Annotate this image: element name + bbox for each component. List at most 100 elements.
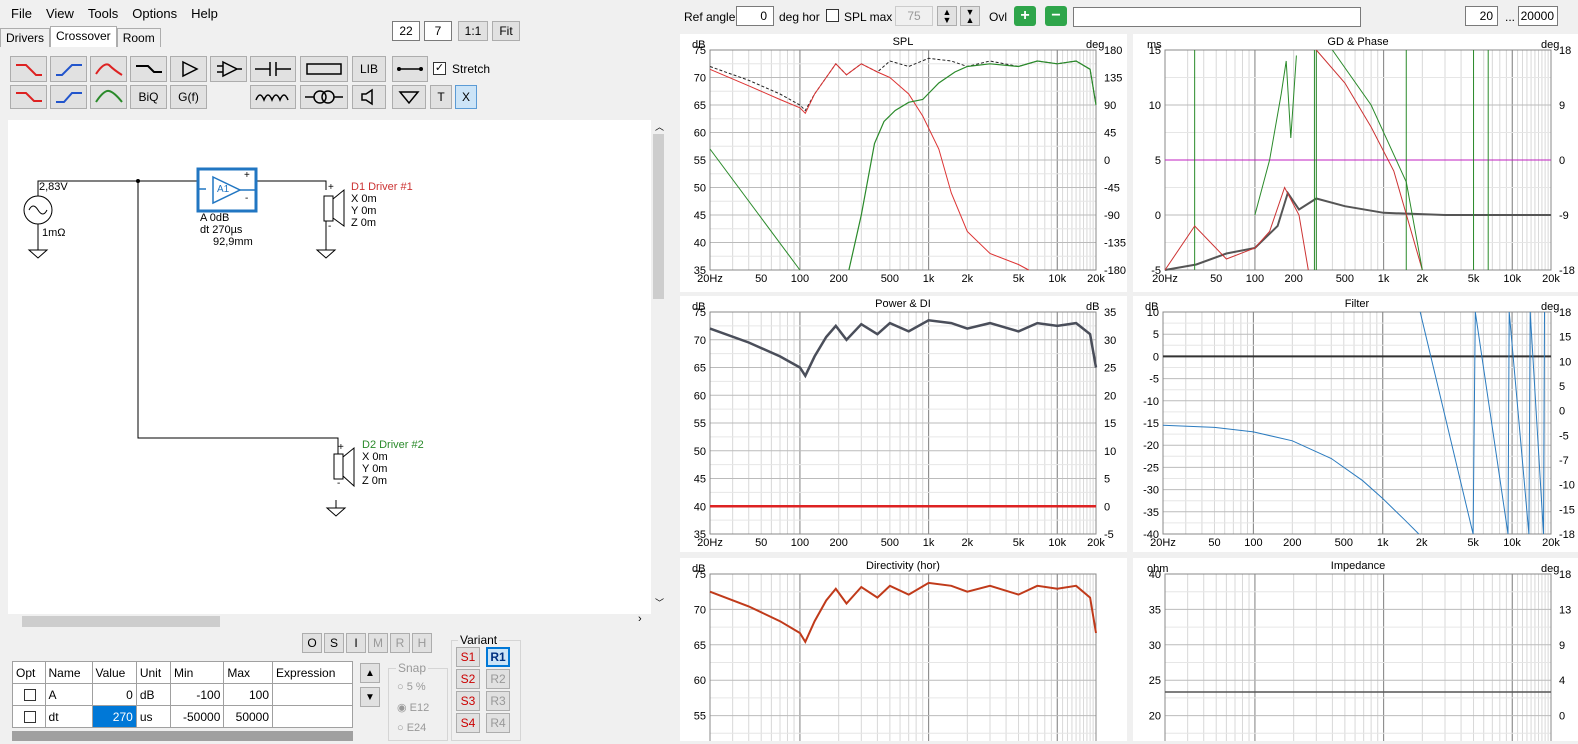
y-tick-label: 10 xyxy=(1149,100,1161,112)
t-button[interactable]: T xyxy=(430,85,452,109)
x-tick-label: 100 xyxy=(791,537,809,549)
spl-graph[interactable]: 75 70 65 60 55 50 45 40 35 180 135 90 45 0 -45 -90 -135-… xyxy=(680,34,1127,292)
variant-r1-button[interactable]: R1 xyxy=(486,647,510,667)
opt-checkbox[interactable] xyxy=(12,705,46,728)
variant-s3-button[interactable]: S3 xyxy=(456,691,480,711)
move-up-button[interactable]: ▲ xyxy=(360,663,380,683)
x-tick-label: 20Hz xyxy=(697,273,723,285)
x-tick-label: 1k xyxy=(923,537,935,549)
menu-tools[interactable]: Tools xyxy=(81,6,125,21)
move-down-button[interactable]: ▼ xyxy=(360,687,380,707)
zoom-input-b[interactable]: 7 xyxy=(424,21,452,41)
graph-title: SPL xyxy=(893,36,914,48)
amp-distance-label: 92,9mm xyxy=(213,236,253,248)
x-button[interactable]: X xyxy=(455,85,477,109)
spl-max-label: SPL max xyxy=(844,10,893,24)
d2-z-label: Z 0m xyxy=(362,475,388,487)
param-value[interactable]: 270 xyxy=(91,705,137,728)
inductor-icon[interactable] xyxy=(250,85,296,109)
param-max[interactable]: 100 xyxy=(223,683,274,706)
r-button[interactable]: R xyxy=(390,633,410,653)
highpass-blue-2-icon[interactable] xyxy=(50,85,87,109)
variant-s4-button[interactable]: S4 xyxy=(456,713,480,733)
spl-spinner-icon[interactable]: ▲ ▼ xyxy=(937,6,957,26)
shelf-icon[interactable] xyxy=(130,56,167,82)
snap-e12-radio[interactable]: ◉ E12 xyxy=(397,701,429,714)
ground-icon[interactable] xyxy=(392,85,426,109)
param-expression[interactable] xyxy=(272,705,353,728)
snap-5-radio[interactable]: ○ 5 % xyxy=(397,681,426,693)
transformer-icon[interactable] xyxy=(300,85,348,109)
zoom-1-1-button[interactable]: 1:1 xyxy=(458,21,488,41)
spl-max-input[interactable]: 75 xyxy=(895,6,933,26)
variant-s1-button[interactable]: S1 xyxy=(456,647,480,667)
gf-button[interactable]: G(f) xyxy=(170,85,207,109)
variant-r2-button[interactable]: R2 xyxy=(486,669,510,689)
freq-max-input[interactable]: 20000 xyxy=(1518,6,1558,26)
menu-view[interactable]: View xyxy=(39,6,81,21)
lib-button[interactable]: LIB xyxy=(352,56,386,82)
menu-options[interactable]: Options xyxy=(125,6,184,21)
overlay-add-icon[interactable]: + xyxy=(1014,6,1036,26)
menu-help[interactable]: Help xyxy=(184,6,225,21)
ref-angle-input[interactable]: 0 xyxy=(736,6,774,26)
schematic-canvas[interactable]: 2,83V 1mΩ A1 + - A 0dB dt 270µs 92,9mm +… xyxy=(8,120,651,614)
tab-room[interactable]: Room xyxy=(116,28,161,47)
freq-min-input[interactable]: 20 xyxy=(1465,6,1498,26)
tab-drivers[interactable]: Drivers xyxy=(0,28,50,47)
d1-minus-label: - xyxy=(328,221,332,232)
spl-collapse-icon[interactable]: ▼ ▲ xyxy=(960,6,980,26)
variant-r4-button[interactable]: R4 xyxy=(486,713,510,733)
variant-s2-button[interactable]: S2 xyxy=(456,669,480,689)
fit-button[interactable]: Fit xyxy=(492,21,520,41)
capacitor-icon[interactable] xyxy=(250,56,296,82)
param-max[interactable]: 50000 xyxy=(223,705,274,728)
x-tick-label: 100 xyxy=(791,273,809,285)
param-expression[interactable] xyxy=(272,683,353,706)
impedance-graph[interactable]: 4035302520151813940-4Impedanceohmdeg xyxy=(1133,558,1578,744)
i-button[interactable]: I xyxy=(346,633,366,653)
param-min[interactable]: -100 xyxy=(169,683,225,706)
wire-icon[interactable] xyxy=(392,56,428,82)
lowpass-red-2-icon[interactable] xyxy=(10,85,47,109)
zoom-input-a[interactable]: 22 xyxy=(392,21,420,41)
gd-phase-graph[interactable]: 15 10 5 0 -5 18 9 0 -9 -18 GD & Phase ms deg 20Hz 50 10… xyxy=(1133,34,1578,292)
m-button[interactable]: M xyxy=(368,633,388,653)
overlay-name-input[interactable] xyxy=(1073,7,1361,27)
lowpass-red-icon[interactable] xyxy=(10,56,47,82)
param-min[interactable]: -50000 xyxy=(169,705,225,728)
buffer-icon[interactable] xyxy=(170,56,207,82)
y-tick-label: 70 xyxy=(694,335,706,347)
speaker-icon[interactable] xyxy=(352,85,386,109)
highpass-blue-icon[interactable] xyxy=(50,56,87,82)
power-di-graph[interactable]: 75 70 65 60 55 50 45 40 35 35 30 25 20 15 10 5 0 -5 Power … xyxy=(680,296,1127,552)
stretch-checkbox[interactable]: ✓ xyxy=(433,62,446,75)
biq-button[interactable]: BiQ xyxy=(130,85,167,109)
d2-name-label[interactable]: D2 Driver #2 xyxy=(362,439,424,451)
ref-angle-label: Ref angle xyxy=(684,10,736,24)
s-button[interactable]: S xyxy=(324,633,344,653)
h-button[interactable]: H xyxy=(412,633,432,653)
opt-checkbox[interactable] xyxy=(12,683,46,706)
schematic-vscroll[interactable]: ︿ ﹀ xyxy=(651,120,666,610)
snap-e24-radio[interactable]: ○ E24 xyxy=(397,722,426,734)
opamp-icon[interactable] xyxy=(210,56,247,82)
spl-max-checkbox[interactable] xyxy=(826,9,839,22)
menu-file[interactable]: File xyxy=(4,6,39,21)
tab-crossover[interactable]: Crossover xyxy=(50,26,117,47)
bandpass-green-icon[interactable] xyxy=(90,85,127,109)
param-value[interactable]: 0 xyxy=(91,683,137,706)
directivity-graph[interactable]: 757065605550Directivity (hor)dB xyxy=(680,558,1127,744)
overlay-remove-icon[interactable]: − xyxy=(1045,6,1067,26)
resistor-icon[interactable] xyxy=(300,56,348,82)
variant-r3-button[interactable]: R3 xyxy=(486,691,510,711)
d2-minus-label: - xyxy=(337,478,341,489)
bandpass-red-icon[interactable] xyxy=(90,56,127,82)
left-unit-label: dB xyxy=(692,39,705,51)
o-button[interactable]: O xyxy=(302,633,322,653)
d1-name-label[interactable]: D1 Driver #1 xyxy=(351,181,413,193)
graph-title: Impedance xyxy=(1331,560,1385,572)
schematic-hscroll[interactable]: › xyxy=(8,613,651,629)
deg-hor-label: deg hor xyxy=(779,10,820,24)
filter-graph[interactable]: 10 5 0 -5 -10 -15 -20 -25 -30 -35 -40 18 15 10 5 0 -5 -7-… xyxy=(1133,296,1578,552)
